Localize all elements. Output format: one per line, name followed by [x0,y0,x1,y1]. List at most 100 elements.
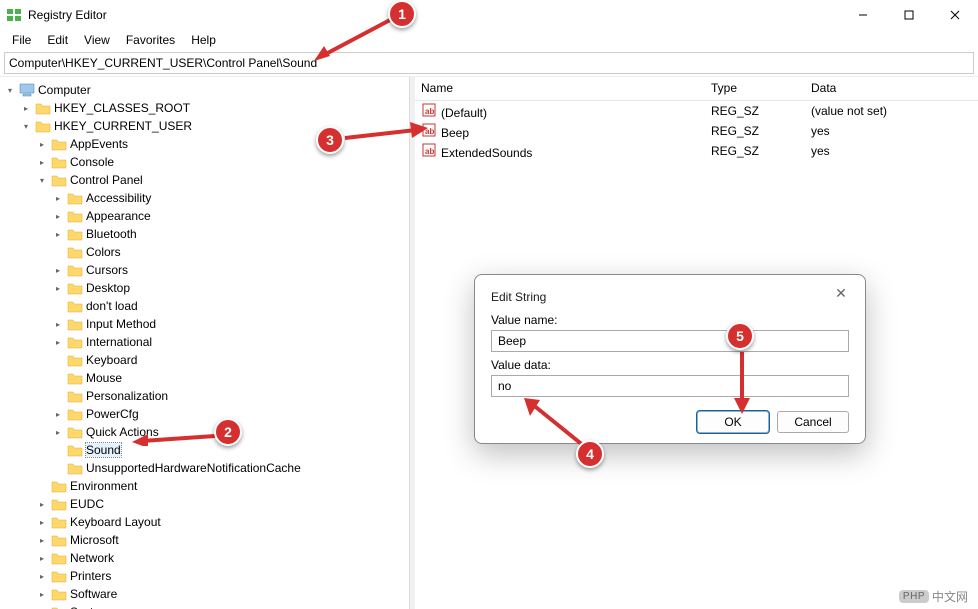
column-header-name[interactable]: Name [415,77,705,100]
chevron-right-icon[interactable]: ▸ [36,156,48,168]
maximize-button[interactable] [886,0,932,30]
computer-icon [19,83,35,97]
tree-item[interactable]: ▸ Software [36,585,409,603]
cell: (value not set) [805,104,978,118]
list-header: Name Type Data [415,77,978,101]
column-header-data[interactable]: Data [805,77,978,100]
cancel-button[interactable]: Cancel [777,411,849,433]
folder-icon [67,425,83,439]
tree-item-label: Software [70,587,117,601]
tree-item[interactable]: ▸Keyboard Layout [36,513,409,531]
menu-edit[interactable]: Edit [39,31,76,49]
spacer [52,246,64,258]
chevron-right-icon[interactable]: ▸ [20,102,32,114]
chevron-right-icon[interactable]: ▸ [52,228,64,240]
chevron-right-icon[interactable]: ▸ [52,336,64,348]
tree-item-label: don't load [86,299,138,313]
list-row[interactable]: abBeep REG_SZ yes [415,121,978,141]
chevron-right-icon[interactable]: ▸ [36,534,48,546]
watermark-badge: PHP [899,590,929,603]
menu-favorites[interactable]: Favorites [118,31,183,49]
menu-view[interactable]: View [76,31,118,49]
tree-item-label: Desktop [86,281,130,295]
tree-item[interactable]: Colors [52,243,409,261]
chevron-right-icon[interactable]: ▸ [36,138,48,150]
close-button[interactable] [932,0,978,30]
tree-item[interactable]: ▸Cursors [52,261,409,279]
chevron-down-icon[interactable]: ▾ [36,174,48,186]
tree-item[interactable]: ▸Microsoft [36,531,409,549]
string-value-icon: ab [421,102,437,118]
value-name-input[interactable] [491,330,849,352]
value-name-label: Value name: [491,313,849,327]
tree-root-computer[interactable]: ▾ Computer [4,81,409,99]
tree-item[interactable]: ▸Bluetooth [52,225,409,243]
menu-file[interactable]: File [4,31,39,49]
tree-item[interactable]: UnsupportedHardwareNotificationCache [52,459,409,477]
folder-icon [51,551,67,565]
folder-icon [67,371,83,385]
tree-item-label: Appearance [86,209,151,223]
tree-item[interactable]: ▸International [52,333,409,351]
chevron-right-icon[interactable]: ▸ [52,192,64,204]
cell: yes [805,144,978,158]
chevron-down-icon[interactable]: ▾ [4,84,16,96]
value-data-label: Value data: [491,358,849,372]
tree-item-label: HKEY_CURRENT_USER [54,119,192,133]
tree-hkcr[interactable]: ▸HKEY_CLASSES_ROOT [20,99,409,117]
tree-item[interactable]: ▸ Appearance [52,207,409,225]
tree-item[interactable]: ▸AppEvents [36,135,409,153]
address-value: Computer\HKEY_CURRENT_USER\Control Panel… [9,56,317,70]
tree-item-label: Sound [86,443,121,457]
list-row[interactable]: abExtendedSounds REG_SZ yes [415,141,978,161]
menu-help[interactable]: Help [183,31,224,49]
chevron-right-icon[interactable]: ▸ [52,318,64,330]
tree-item[interactable]: Personalization [52,387,409,405]
chevron-down-icon[interactable]: ▾ [20,120,32,132]
svg-text:ab: ab [425,107,434,116]
cell: REG_SZ [705,144,805,158]
chevron-right-icon[interactable]: ▸ [36,516,48,528]
list-row[interactable]: ab(Default) REG_SZ (value not set) [415,101,978,121]
folder-open-icon [51,173,67,187]
folder-icon [51,533,67,547]
tree-item[interactable]: ▸ Desktop [52,279,409,297]
tree-hkcu[interactable]: ▾ HKEY_CURRENT_USER [20,117,409,135]
folder-icon [67,245,83,259]
cell: Beep [441,126,469,140]
tree-item[interactable]: Mouse [52,369,409,387]
tree-item-label: Personalization [86,389,168,403]
ok-button[interactable]: OK [697,411,769,433]
folder-icon [51,137,67,151]
chevron-right-icon[interactable]: ▸ [52,264,64,276]
tree-item[interactable]: ▸Accessibility [52,189,409,207]
spacer [52,372,64,384]
chevron-right-icon[interactable]: ▸ [52,210,64,222]
tree-item[interactable]: ▸Printers [36,567,409,585]
window-title: Registry Editor [28,8,840,22]
tree-control-panel[interactable]: ▾Control Panel [36,171,409,189]
chevron-right-icon[interactable]: ▸ [52,282,64,294]
tree-item[interactable]: ▸Console [36,153,409,171]
tree-pane[interactable]: ▾ Computer ▸HKEY_CLASSES_ROOT ▾ HKEY_CURR… [0,77,410,609]
chevron-right-icon[interactable]: ▸ [36,498,48,510]
minimize-button[interactable] [840,0,886,30]
tree-item[interactable]: ▸Network [36,549,409,567]
tree-item[interactable]: Keyboard [52,351,409,369]
tree-item[interactable]: ▸Input Method [52,315,409,333]
spacer [36,480,48,492]
tree-item[interactable]: ▸System [36,603,409,609]
chevron-right-icon[interactable]: ▸ [36,588,48,600]
tree-item[interactable]: ▸EUDC [36,495,409,513]
string-value-icon: ab [421,142,437,158]
chevron-right-icon[interactable]: ▸ [52,426,64,438]
value-data-input[interactable] [491,375,849,397]
dialog-close-button[interactable]: ✕ [827,283,855,303]
chevron-right-icon[interactable]: ▸ [52,408,64,420]
tree-item[interactable]: Environment [36,477,409,495]
chevron-right-icon[interactable]: ▸ [36,552,48,564]
column-header-type[interactable]: Type [705,77,805,100]
address-bar[interactable]: Computer\HKEY_CURRENT_USER\Control Panel… [4,52,974,74]
tree-item[interactable]: don't load [52,297,409,315]
chevron-right-icon[interactable]: ▸ [36,570,48,582]
